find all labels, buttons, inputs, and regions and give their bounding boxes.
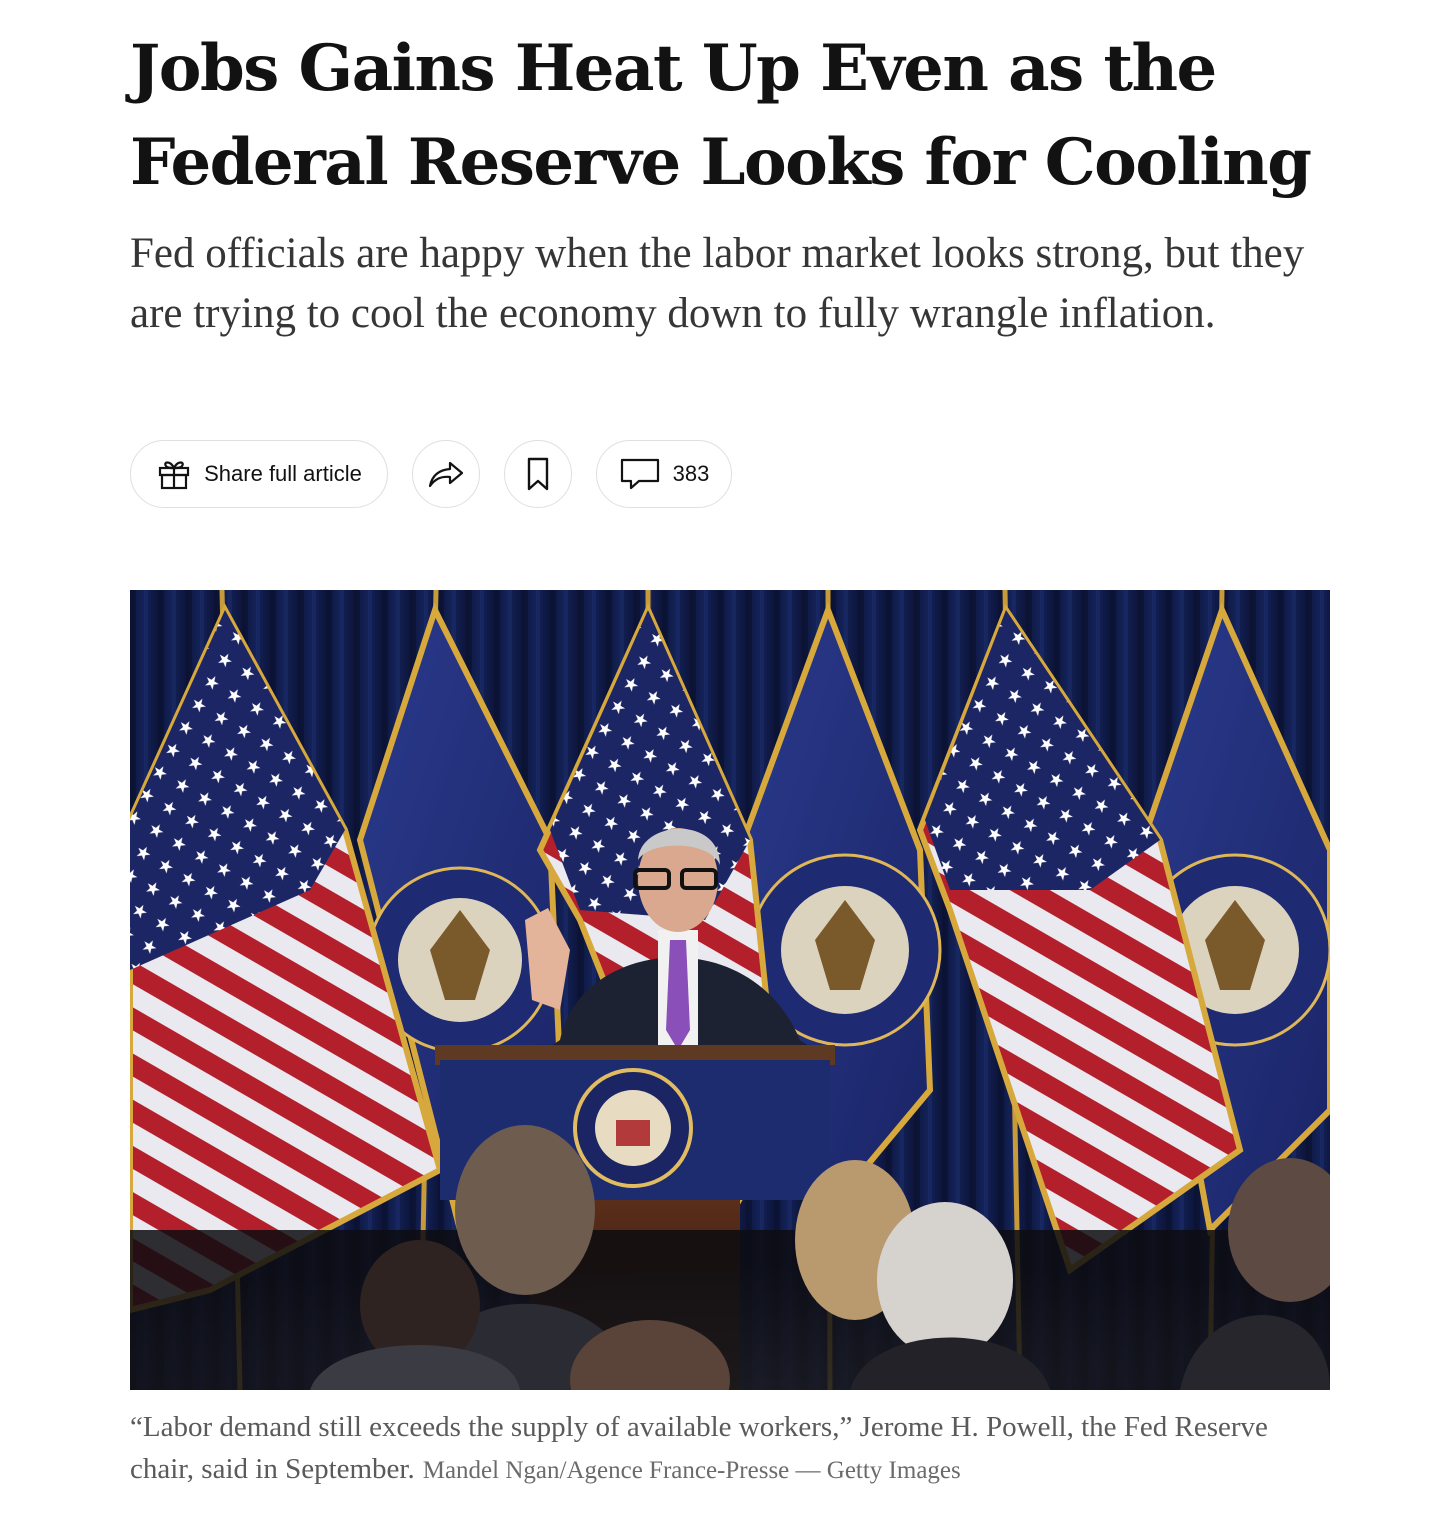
gift-icon xyxy=(156,456,204,492)
article-page: Jobs Gains Heat Up Even as the Federal R… xyxy=(0,0,1452,1536)
article-toolbar: Share full article 383 xyxy=(130,440,732,508)
photo-credit: Mandel Ngan/Agence France-Presse — Getty… xyxy=(422,1457,961,1484)
article-photo: ★ xyxy=(130,590,1330,1390)
share-full-article-button[interactable]: Share full article xyxy=(130,440,388,508)
article-headline: Jobs Gains Heat Up Even as the Federal R… xyxy=(130,31,1312,200)
comment-count: 383 xyxy=(672,461,710,486)
bookmark-icon xyxy=(526,457,550,491)
article-summary: Fed officials are happy when the labor m… xyxy=(130,230,1305,337)
comment-bubble-icon xyxy=(619,457,673,491)
comments-button[interactable]: 383 xyxy=(596,440,732,508)
share-arrow-icon xyxy=(427,459,465,489)
share-full-article-label: Share full article xyxy=(204,461,362,486)
photo-caption: “Labor demand still exceeds the supply o… xyxy=(130,1406,1330,1492)
save-bookmark-button[interactable] xyxy=(504,440,572,508)
share-button[interactable] xyxy=(412,440,480,508)
